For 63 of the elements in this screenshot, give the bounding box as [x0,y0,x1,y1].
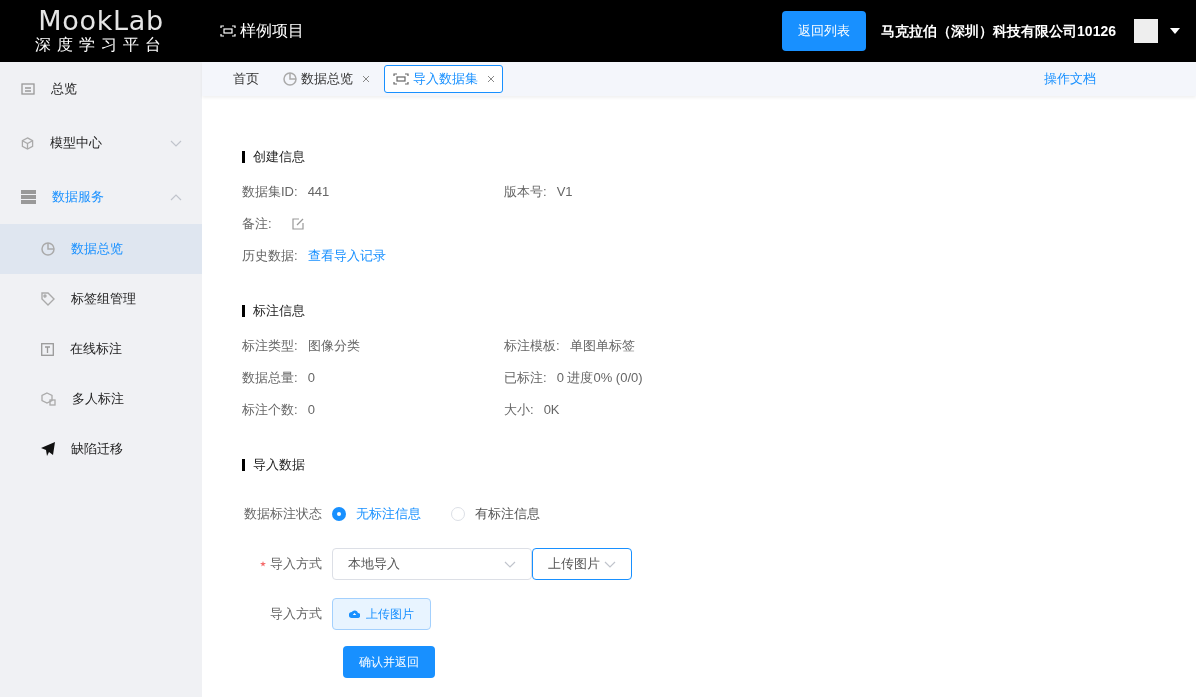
field-value: 0K [543,401,560,420]
field-value: 0 [307,401,315,420]
field-label: 大小: [504,401,534,420]
scan-icon [393,73,409,85]
logo-subtitle: 深度学习平台 [35,35,167,55]
tag-icon [41,292,55,306]
chevron-down-icon [170,139,182,147]
field-label: 已标注: [504,369,547,388]
edit-icon[interactable] [291,218,304,230]
field-value: V1 [556,183,573,202]
field-value: 441 [307,183,330,202]
tab[interactable]: 首页 [224,65,268,93]
company-name: 马克拉伯（深圳）科技有限公司10126 [881,21,1116,41]
section-marker [242,151,245,163]
field-label: 数据集ID: [242,183,298,202]
pie-chart-icon [283,72,297,86]
radio-option[interactable]: 有标注信息 [451,504,540,524]
sidebar-subitem[interactable]: 缺陷迁移 [0,424,202,474]
chevron-up-icon [170,193,182,201]
logo-title: MookLab [38,7,164,35]
sidebar-subitem[interactable]: 在线标注 [0,324,202,374]
field-label: 版本号: [504,183,547,202]
tab[interactable]: 数据总览 [274,65,378,93]
form-label: 数据标注状态 [243,505,323,524]
project-title: 样例项目 [240,21,304,41]
upload-type-select[interactable]: 上传图片 [532,548,632,580]
close-icon[interactable] [488,76,494,82]
section-marker [242,459,245,471]
sidebar-subitem[interactable]: 标签组管理 [0,274,202,324]
field-value: 0 进度0% (0/0) [556,369,643,388]
form-label: 导入方式 [270,555,322,574]
field-value: 图像分类 [307,337,360,356]
sidebar-item[interactable]: 总览 [0,62,202,116]
sidebar-subitem[interactable]: 多人标注 [0,374,202,424]
boxes-icon [41,392,56,406]
text-box-icon [41,342,54,356]
section-marker [242,305,245,317]
field-label: 标注个数: [242,401,298,420]
section-title: 导入数据 [253,456,305,475]
form-label: 导入方式 [269,605,323,624]
field-label: 标注模板: [504,337,560,356]
cube-icon [21,136,34,150]
field-value: 单图单标签 [569,337,635,356]
import-method-select[interactable]: 本地导入 [332,548,532,580]
cloud-upload-icon [349,610,360,618]
field-value: 0 [307,369,315,388]
server-icon [21,190,36,204]
field-label: 历史数据: [242,247,298,266]
close-icon[interactable] [363,76,369,82]
paper-plane-icon [41,442,55,456]
sidebar-item[interactable]: 模型中心 [0,116,202,170]
avatar-placeholder [1134,19,1158,43]
caret-icon[interactable] [1170,28,1180,34]
field-label: 备注: [242,215,272,234]
field-label: 标注类型: [242,337,298,356]
pie-chart-icon [41,242,55,256]
chevron-down-icon [604,560,616,568]
folder-icon [21,83,35,95]
chevron-down-icon [504,560,516,568]
field-label: 数据总量: [242,369,298,388]
scan-icon [220,25,236,37]
section-title: 标注信息 [253,302,305,321]
section-title: 创建信息 [253,148,305,167]
